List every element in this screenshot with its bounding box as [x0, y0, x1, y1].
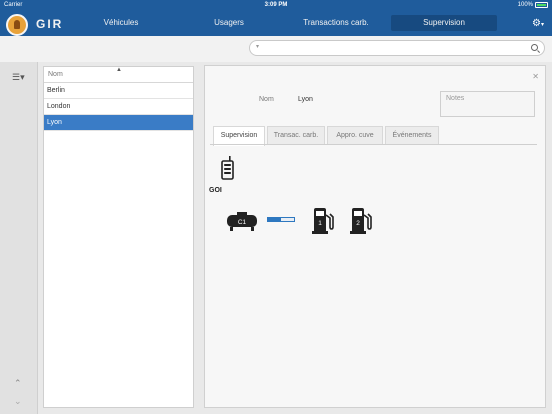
- nav-tab-vehicules[interactable]: Véhicules: [88, 15, 154, 31]
- nav-tab-transactions[interactable]: Transactions carb.: [290, 15, 382, 31]
- brand-name: GIR: [36, 17, 64, 31]
- site-list: Nom ▲ Berlin London Lyon: [43, 66, 194, 408]
- battery-percent: 100%: [517, 2, 533, 8]
- pump-1-label: 1: [318, 220, 322, 227]
- clock: 3:09 PM: [264, 2, 288, 8]
- fuel-tank-icon[interactable]: C1: [226, 212, 258, 232]
- tank-level-gauge: [267, 217, 295, 222]
- settings-gear-icon[interactable]: ⚙▾: [532, 18, 544, 29]
- search-icon[interactable]: [531, 44, 538, 51]
- tank-label: C1: [238, 219, 247, 226]
- name-value: Lyon: [298, 96, 313, 103]
- close-icon[interactable]: ✕: [532, 72, 539, 81]
- sort-up-icon[interactable]: ▲: [116, 63, 122, 78]
- nav-tab-usagers[interactable]: Usagers: [196, 15, 262, 31]
- list-item-lyon[interactable]: Lyon: [44, 115, 193, 131]
- tab-appro-cuve[interactable]: Appro. cuve: [327, 126, 383, 145]
- radio-device-icon[interactable]: [221, 156, 234, 180]
- chevron-up-icon[interactable]: ⌃: [14, 378, 22, 389]
- tab-transac-carb[interactable]: Transac. carb.: [267, 126, 325, 145]
- app-logo: [6, 14, 28, 36]
- tab-supervision[interactable]: Supervision: [213, 126, 265, 146]
- pump-2-label: 2: [356, 220, 360, 227]
- name-label: Nom: [259, 96, 274, 103]
- detail-panel: ✕ Nom Lyon Notes Supervision Transac. ca…: [204, 65, 546, 408]
- list-header-label: Nom: [48, 71, 63, 78]
- tab-evenements[interactable]: Événements: [385, 126, 439, 145]
- list-item-london[interactable]: London: [44, 99, 193, 115]
- search-dropdown-icon[interactable]: ▾: [256, 43, 259, 50]
- search-input[interactable]: [266, 43, 516, 53]
- device-label: GOI: [209, 187, 222, 194]
- list-header[interactable]: Nom ▲: [44, 67, 193, 83]
- list-item-berlin[interactable]: Berlin: [44, 83, 193, 99]
- list-menu-icon[interactable]: ☰▾: [12, 72, 25, 83]
- chevron-down-icon[interactable]: ⌄: [14, 396, 22, 407]
- search-bar-area: ▾: [0, 36, 552, 62]
- left-rail: ☰▾ ⌃ ⌄: [0, 62, 38, 414]
- top-navigation: GIR Véhicules Usagers Transactions carb.…: [0, 12, 552, 36]
- fuel-pump-icon[interactable]: 2: [349, 207, 373, 234]
- nav-tab-supervision[interactable]: Supervision: [391, 15, 497, 31]
- tank-level-fill: [268, 218, 281, 221]
- fuel-pump-icon[interactable]: 1: [311, 207, 335, 234]
- battery-icon: [535, 2, 548, 8]
- tabs-divider: [210, 144, 537, 145]
- notes-field[interactable]: Notes: [440, 91, 535, 117]
- battery-indicator: 100%: [518, 2, 548, 8]
- search-box: ▾: [249, 40, 545, 56]
- status-bar: Carrier 3:09 PM 100%: [0, 0, 552, 12]
